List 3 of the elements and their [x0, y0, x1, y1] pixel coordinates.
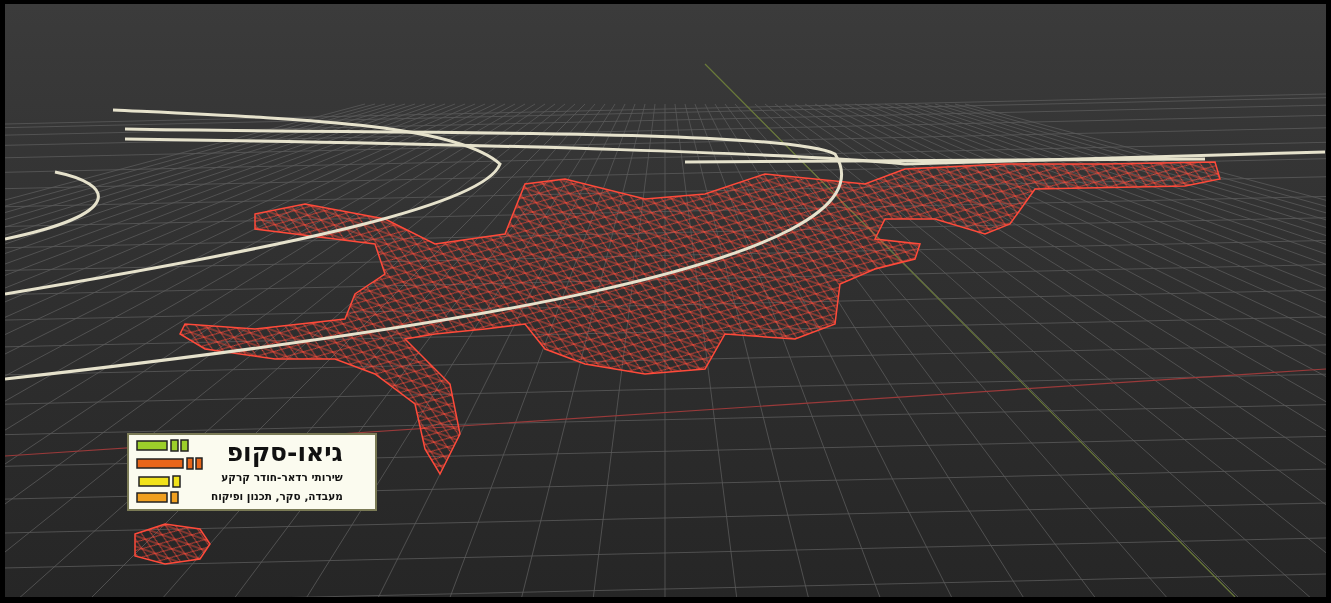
- logo-title: גיאו-סקופ: [225, 438, 343, 468]
- logo-tagline: מעבדה, סקר, תכנון ופיקוח: [211, 489, 343, 505]
- logo-tagline: שירותי רדאר-חודר קרקע: [220, 470, 343, 486]
